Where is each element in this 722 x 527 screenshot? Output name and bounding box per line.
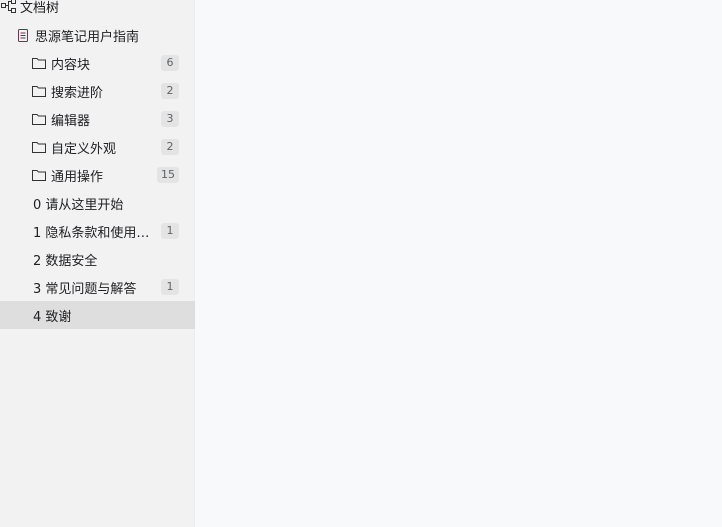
tree-item-label: 3 常见问题与解答 [33,281,137,297]
tree-item-label: 通用操作 [51,169,104,185]
doc-count-badge: 2 [161,83,179,99]
editor-area[interactable] [195,0,722,527]
doc-count-badge: 6 [161,55,179,71]
tree-item-doc-selected[interactable]: 4 致谢 [0,301,195,329]
doc-count-badge: 3 [161,111,179,127]
tree-item-label: 搜索进阶 [51,85,104,101]
doc-count-badge: 1 [161,223,179,239]
tree-item-label: 内容块 [51,57,91,73]
notebook-row[interactable]: 思源笔记用户指南 [0,21,195,49]
doc-tree-sidebar: 文档树 思源笔记用户指南 内容块 6 搜索进阶 2 编辑器 3 自定义外观 2 … [0,0,195,527]
doc-count-badge: 1 [161,279,179,295]
folder-icon [32,168,46,182]
tree-item-folder[interactable]: 编辑器 3 [0,105,195,133]
doc-count-badge: 2 [161,139,179,155]
doc-tree-title: 文档树 [20,0,60,16]
doc-tree-icon [1,0,17,14]
tree-item-label: 4 致谢 [33,309,72,325]
tree-item-label: 0 请从这里开始 [33,197,124,213]
folder-icon [32,140,46,154]
tree-item-folder[interactable]: 自定义外观 2 [0,133,195,161]
tree-item-folder[interactable]: 内容块 6 [0,49,195,77]
folder-icon [32,112,46,126]
doc-count-badge: 15 [157,167,179,183]
tree-item-doc[interactable]: 0 请从这里开始 [0,189,195,217]
doc-tree-header: 文档树 [0,0,59,18]
tree-item-label: 编辑器 [51,113,91,129]
folder-icon [32,84,46,98]
tree-item-label: 2 数据安全 [33,253,98,269]
tree-item-label: 自定义外观 [51,141,117,157]
notebook-icon [16,28,30,42]
folder-icon [32,56,46,70]
tree-item-doc[interactable]: 3 常见问题与解答 1 [0,273,195,301]
notebook-name: 思源笔记用户指南 [35,29,140,45]
tree-item-folder[interactable]: 通用操作 15 [0,161,195,189]
tree-item-label: 1 隐私条款和使用条款 [33,225,161,241]
tree-item-doc[interactable]: 1 隐私条款和使用条款 1 [0,217,195,245]
tree-item-doc[interactable]: 2 数据安全 [0,245,195,273]
tree-item-folder[interactable]: 搜索进阶 2 [0,77,195,105]
